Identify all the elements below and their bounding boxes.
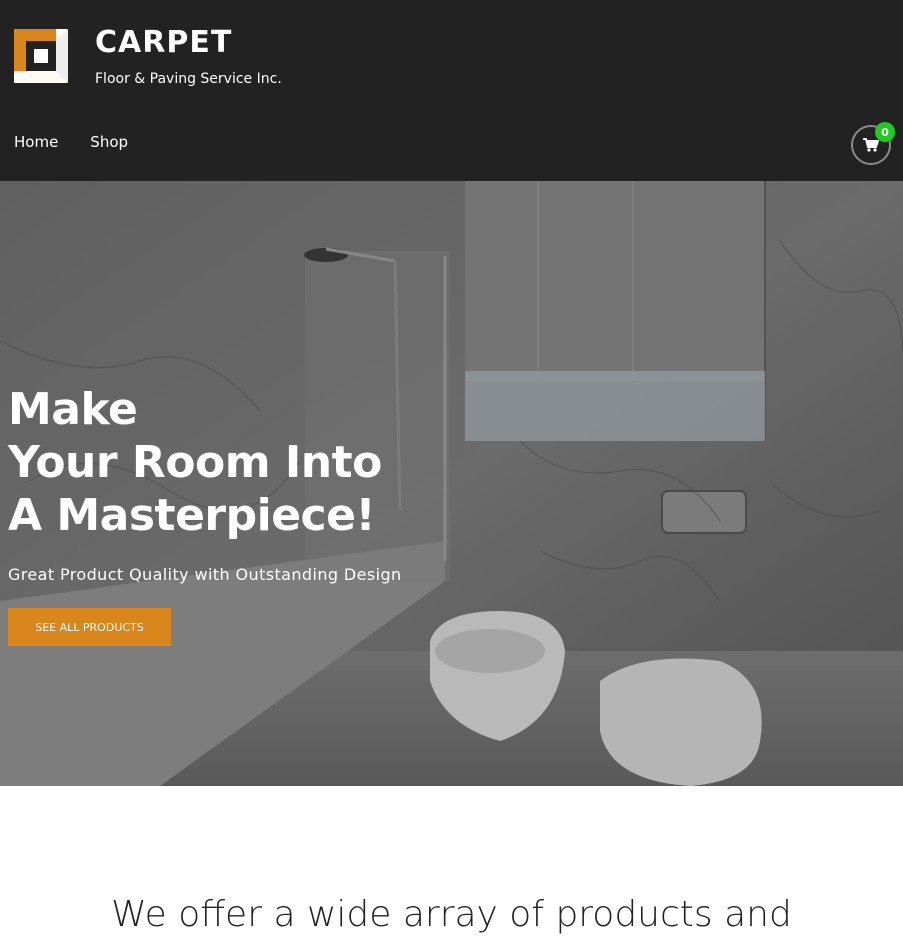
logo-icon[interactable]	[14, 29, 68, 83]
hero-title: Make Your Room Into A Masterpiece!	[8, 383, 382, 542]
intro-heading: We offer a wide array of products and	[111, 894, 792, 935]
cart-count-badge: 0	[875, 122, 895, 142]
nav-item-home[interactable]: Home	[14, 132, 58, 152]
main-nav: Home Shop	[14, 132, 128, 152]
hero-title-line-3: A Masterpiece!	[8, 490, 376, 541]
site-header: CARPET Floor & Paving Service Inc. Home …	[0, 0, 903, 181]
hero-title-line-1: Make	[8, 384, 138, 435]
see-all-products-button[interactable]: SEE ALL PRODUCTS	[8, 608, 171, 646]
nav-item-shop[interactable]: Shop	[90, 132, 128, 152]
hero-subtitle: Great Product Quality with Outstanding D…	[8, 565, 402, 584]
brand-tagline: Floor & Paving Service Inc.	[95, 71, 282, 87]
hero-title-line-2: Your Room Into	[8, 437, 382, 488]
brand-name[interactable]: CARPET	[95, 26, 232, 60]
shopping-cart-icon	[863, 138, 879, 152]
